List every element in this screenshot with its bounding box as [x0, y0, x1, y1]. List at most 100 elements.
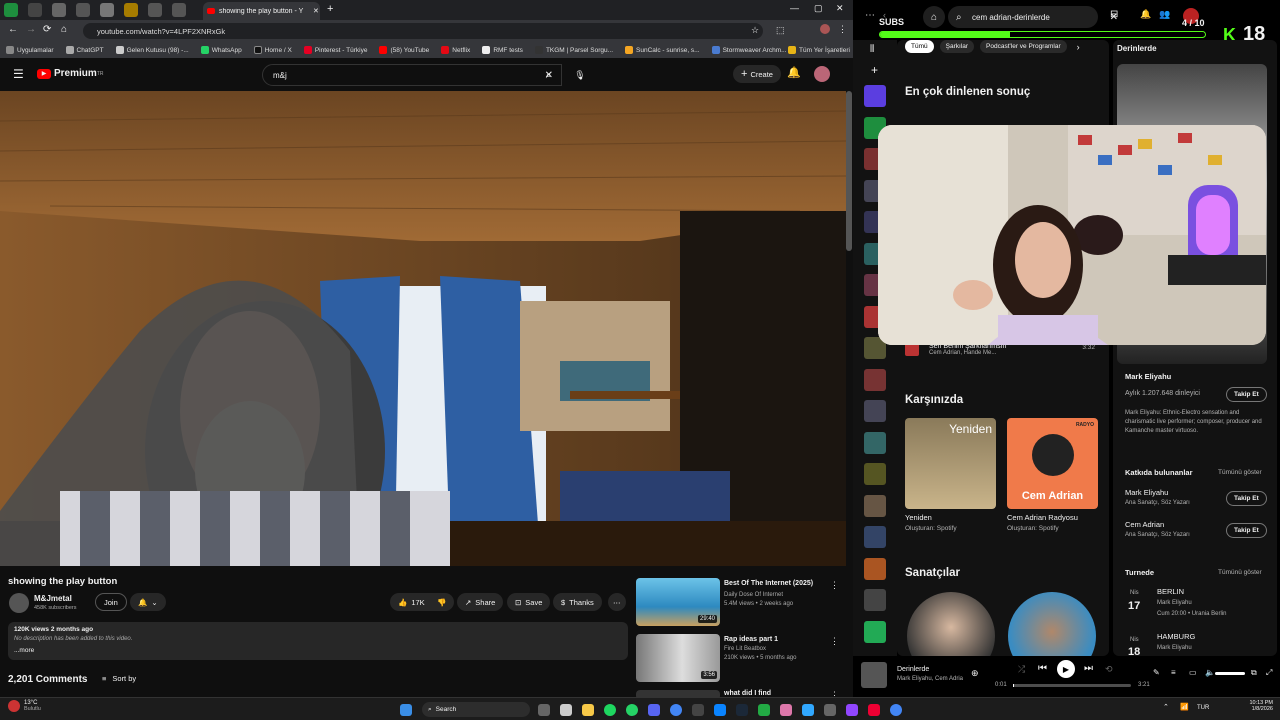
whatsapp-icon[interactable] [626, 703, 638, 716]
home-button[interactable]: ⌂ [923, 6, 945, 28]
notifications-icon[interactable]: 🔔 [787, 66, 801, 79]
filter-chip-songs[interactable]: Şarkılar [939, 40, 975, 53]
bookmark-item[interactable]: Uygulamalar [6, 46, 54, 54]
sheets-tab-icon[interactable] [4, 3, 18, 17]
library-item[interactable] [864, 463, 886, 485]
close-window-icon[interactable]: ✕ [836, 3, 844, 14]
bookmark-star-icon[interactable]: ☆ [751, 25, 759, 36]
video-thumbnail[interactable]: 3:56 [636, 634, 720, 682]
menu-dots-icon[interactable]: ⋮ [838, 24, 847, 35]
library-item[interactable] [864, 526, 886, 548]
bookmark-item[interactable]: Stormweaver Archm... [711, 46, 787, 54]
taskbar-search[interactable]: ⌕ Search [422, 702, 530, 717]
tab-icon[interactable] [172, 3, 186, 17]
fullscreen-icon[interactable]: ⤢ [1266, 668, 1272, 678]
photoshop-icon[interactable] [802, 703, 814, 716]
event-city[interactable]: BERLIN [1157, 587, 1184, 596]
app-icon[interactable] [780, 703, 792, 716]
credit-name[interactable]: Mark Eliyahu [1125, 488, 1168, 497]
forward-icon[interactable]: → [26, 24, 36, 35]
scrollbar[interactable] [846, 91, 852, 251]
app-icon[interactable] [714, 703, 726, 716]
library-item[interactable] [864, 400, 886, 422]
follow-button[interactable]: Takip Et [1226, 523, 1267, 538]
library-item[interactable] [864, 431, 886, 454]
repeat-icon[interactable]: ⟲ [1105, 664, 1113, 675]
lyrics-icon[interactable]: ✎ [1153, 668, 1160, 677]
url-input[interactable]: youtube.com/watch?v=4LPF2XNRxGk [83, 23, 763, 39]
windows-start-icon[interactable] [400, 703, 412, 716]
bookmark-item[interactable]: Gelen Kutusu (98) -... [115, 46, 189, 54]
search-input[interactable]: m&j ✕ [262, 64, 562, 86]
create-playlist-icon[interactable]: + [871, 63, 897, 77]
youtube-logo[interactable]: ▶ Premium TR [37, 68, 103, 79]
more-vert-icon[interactable]: ⋮ [830, 636, 839, 647]
rec-title[interactable]: Best Of The Internet (2025) [724, 580, 829, 587]
bookmark-item[interactable]: Netflix [441, 46, 470, 54]
library-item[interactable] [864, 589, 886, 611]
bookmark-item[interactable]: Home / X [253, 46, 292, 54]
volume-slider[interactable] [1215, 672, 1245, 675]
reload-icon[interactable]: ⟳ [43, 24, 51, 35]
shuffle-icon[interactable]: ⤮ [1018, 664, 1025, 675]
previous-icon[interactable]: ⏮ [1038, 663, 1047, 674]
queue-icon[interactable]: ≡ [1171, 668, 1176, 677]
radio-card[interactable]: RADYO Cem Adrian Cem Adrian Radyosu Oluş… [1007, 418, 1098, 532]
event-city[interactable]: HAMBURG [1157, 632, 1195, 641]
list-item[interactable]: 3:56 Rap ideas part 1 Fire Lit Beatbox 2… [636, 634, 848, 686]
close-tab-icon[interactable]: ✕ [313, 7, 319, 15]
library-item[interactable] [864, 368, 886, 391]
next-icon[interactable]: ⏭ [1084, 663, 1093, 674]
language-indicator[interactable]: TUR [1197, 705, 1209, 711]
more-link[interactable]: ...more [14, 647, 34, 654]
github-tab-icon[interactable] [52, 3, 66, 17]
device-icon[interactable]: ▭ [1189, 668, 1197, 677]
now-playing-cover[interactable] [861, 662, 887, 688]
steam-icon[interactable] [736, 703, 748, 716]
sort-button[interactable]: ≡ Sort by [102, 674, 136, 683]
browse-icon[interactable]: ⊟ [1110, 9, 1118, 20]
discord-icon[interactable] [648, 703, 660, 716]
artist-avatar[interactable] [907, 592, 995, 656]
active-tab[interactable]: showing the play button - Y ✕ [203, 2, 320, 20]
clock[interactable]: 10:13 PM 1/8/2026 [1243, 700, 1273, 712]
profile-icon[interactable] [820, 24, 830, 34]
show-all-link[interactable]: Tümünü göster [1218, 569, 1262, 576]
create-button[interactable]: + Create [733, 65, 781, 83]
minimize-icon[interactable]: — [790, 3, 799, 13]
home-icon[interactable]: ⌂ [61, 24, 67, 35]
save-button[interactable]: ⊡ Save [507, 593, 551, 611]
maximize-icon[interactable]: ▢ [814, 3, 823, 14]
bookmark-item[interactable]: WhatsApp [200, 46, 242, 54]
follow-button[interactable]: Takip Et [1226, 491, 1267, 506]
task-view-icon[interactable] [538, 703, 550, 716]
file-explorer-icon[interactable] [582, 703, 594, 716]
artist-avatar[interactable] [1008, 592, 1096, 656]
back-icon[interactable]: ← [8, 24, 18, 35]
menu-dots-icon[interactable]: ⋯ [865, 10, 875, 21]
thanks-button[interactable]: $ Thanks [553, 593, 602, 611]
play-button[interactable]: ▶ [1057, 660, 1075, 678]
search-button[interactable]: ⌕ [535, 64, 562, 86]
tab-icon[interactable] [124, 3, 138, 17]
subscribe-bell-button[interactable]: 🔔 ⌄ [130, 593, 166, 611]
mini-player-icon[interactable]: ⧉ [1251, 668, 1257, 678]
new-tab-icon[interactable]: + [327, 3, 333, 15]
add-to-library-icon[interactable]: ⊕ [971, 668, 979, 679]
more-vert-icon[interactable]: ⋮ [830, 580, 839, 591]
all-bookmarks[interactable]: Tüm Yer İşaretleri [788, 46, 850, 54]
tray-chevron-icon[interactable]: ⌃ [1163, 703, 1169, 711]
bookmark-item[interactable]: SunCalc - sunrise, s... [625, 46, 700, 54]
app-icon[interactable] [692, 703, 704, 716]
channel-avatar[interactable] [9, 593, 29, 613]
liked-songs-icon[interactable] [864, 85, 886, 107]
app-icon[interactable] [824, 703, 836, 716]
hamburger-menu-icon[interactable]: ☰ [13, 67, 24, 81]
bookmark-item[interactable]: ChatGPT [65, 46, 104, 54]
chrome-icon[interactable] [890, 703, 902, 716]
video-player[interactable] [0, 91, 846, 566]
dislike-button[interactable]: 👎 [429, 593, 455, 611]
tab-icon[interactable] [100, 3, 114, 17]
x-tab-icon[interactable] [28, 3, 42, 17]
now-playing-title[interactable]: Derinlerde [897, 666, 929, 673]
